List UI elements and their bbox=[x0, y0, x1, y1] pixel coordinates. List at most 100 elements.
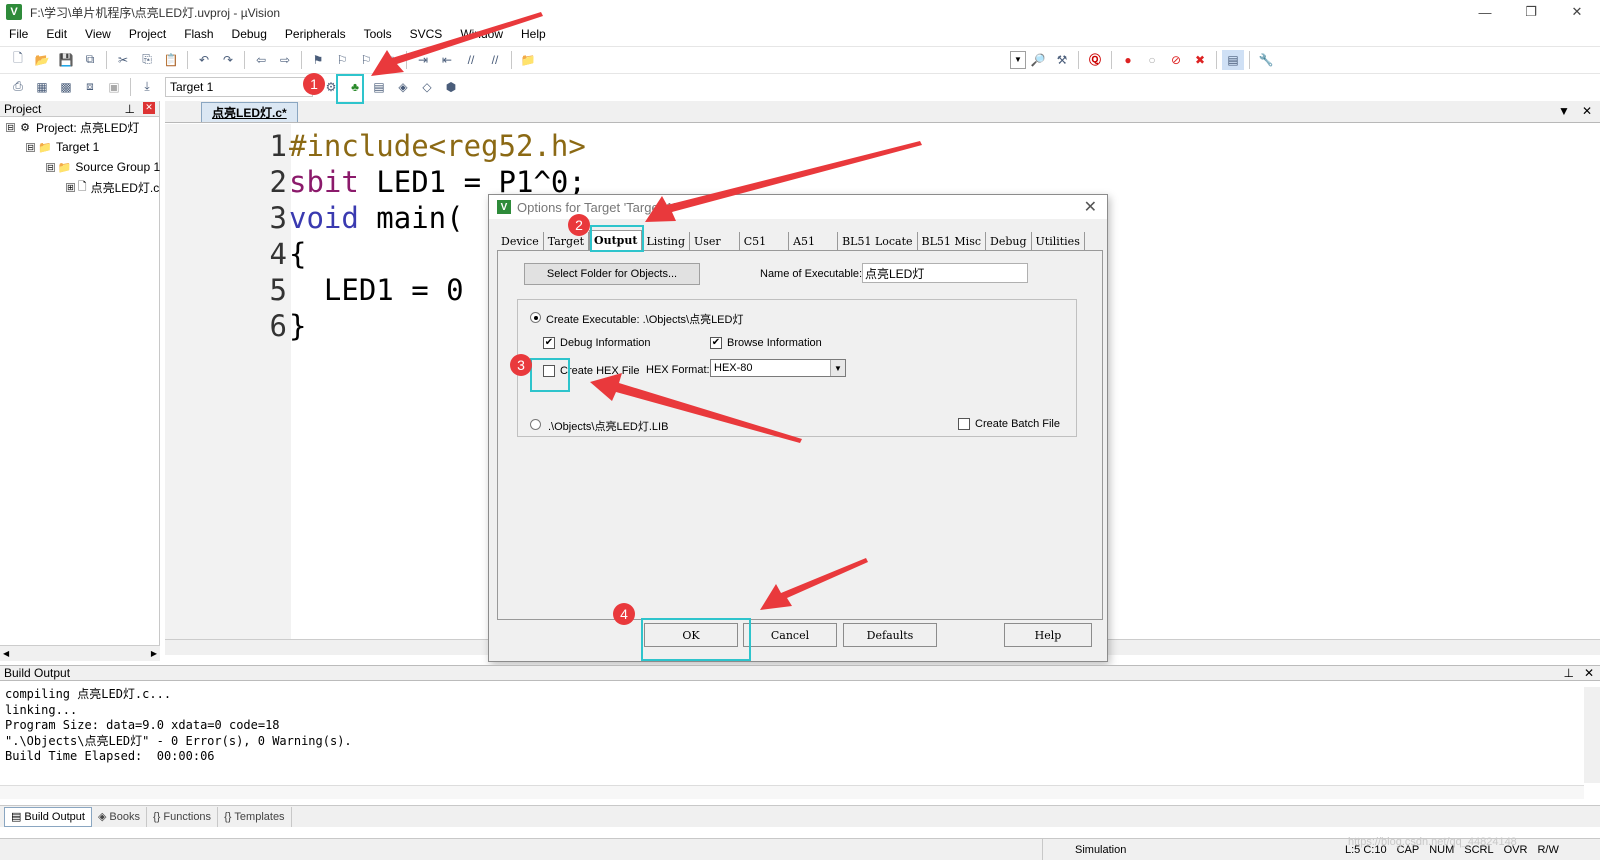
menu-help[interactable]: Help bbox=[512, 27, 555, 41]
pin-icon[interactable]: ⊥ bbox=[1563, 666, 1573, 680]
menu-tools[interactable]: Tools bbox=[355, 27, 401, 41]
stop-build-icon[interactable]: ▣ bbox=[103, 77, 125, 97]
browse-information-checkbox[interactable]: ✔ bbox=[710, 337, 722, 349]
tab-bl51-locate[interactable]: BL51 Locate bbox=[838, 232, 918, 250]
kill-all-breakpoints-icon[interactable]: ✖ bbox=[1189, 50, 1211, 70]
manage-rte-icon[interactable]: ◈ bbox=[392, 77, 414, 97]
search-dropdown-arrow-icon[interactable]: ▼ bbox=[1010, 50, 1026, 69]
tab-utilities[interactable]: Utilities bbox=[1032, 232, 1085, 250]
build-icon[interactable]: ▦ bbox=[31, 77, 53, 97]
cut-icon[interactable]: ✂ bbox=[112, 50, 134, 70]
tree-expander-icon[interactable]: ⊟ bbox=[26, 142, 35, 152]
file-tab[interactable]: 点亮LED灯.c* bbox=[201, 102, 298, 122]
menu-peripherals[interactable]: Peripherals bbox=[276, 27, 355, 41]
tab-c51[interactable]: C51 bbox=[740, 232, 790, 250]
close-panel-icon[interactable]: ✕ bbox=[143, 101, 155, 114]
tab-functions[interactable]: {} Functions bbox=[147, 806, 219, 827]
menu-flash[interactable]: Flash bbox=[175, 27, 222, 41]
scroll-left-icon[interactable]: ◀ bbox=[0, 649, 9, 658]
close-tab-icon[interactable]: ✕ bbox=[1582, 104, 1592, 118]
pin-icon[interactable]: ⊥ bbox=[125, 102, 135, 116]
tab-templates[interactable]: {} Templates bbox=[218, 806, 292, 827]
chevron-down-icon[interactable]: ▼ bbox=[830, 360, 845, 376]
tree-expander-icon[interactable]: ⊟ bbox=[6, 122, 15, 132]
next-bookmark-icon[interactable]: ⚐ bbox=[355, 50, 377, 70]
tree-item[interactable]: ⊟ 📁 Source Group 1 bbox=[0, 157, 160, 177]
tab-listing[interactable]: Listing bbox=[642, 232, 690, 250]
tree-item[interactable]: ⊟ ⚙ Project: 点亮LED灯 bbox=[0, 117, 159, 137]
cancel-button[interactable]: Cancel bbox=[743, 623, 837, 647]
rebuild-icon[interactable]: ▩ bbox=[55, 77, 77, 97]
code-line[interactable]: 1 #include<reg52.h> bbox=[261, 128, 586, 164]
select-packs-icon[interactable]: ▤ bbox=[368, 77, 390, 97]
copy-icon[interactable]: ⎘ bbox=[136, 50, 158, 70]
menu-file[interactable]: File bbox=[0, 27, 37, 41]
uncomment-icon[interactable]: // bbox=[484, 50, 506, 70]
tab-a51[interactable]: A51 bbox=[789, 232, 839, 250]
pack-installer-icon[interactable]: ◇ bbox=[416, 77, 438, 97]
configure-icon[interactable]: 🔧 bbox=[1255, 50, 1277, 70]
build-output-vscrollbar[interactable] bbox=[1584, 687, 1600, 783]
incremental-find-icon[interactable]: ⚒ bbox=[1051, 50, 1073, 70]
comment-icon[interactable]: // bbox=[460, 50, 482, 70]
tab-build-output[interactable]: ▤ Build Output bbox=[4, 806, 92, 827]
dialog-close-icon[interactable]: ✕ bbox=[1084, 197, 1097, 217]
menu-project[interactable]: Project bbox=[120, 27, 175, 41]
disable-breakpoint-icon[interactable]: ○ bbox=[1141, 50, 1163, 70]
menu-view[interactable]: View bbox=[76, 27, 120, 41]
download-icon[interactable]: ⤓ bbox=[136, 77, 158, 97]
select-folder-button[interactable]: Select Folder for Objects... bbox=[524, 263, 700, 285]
tree-expander-icon[interactable]: ⊟ bbox=[46, 162, 55, 172]
tree-item[interactable]: ⊞ 🗋 点亮LED灯.c bbox=[0, 177, 159, 197]
find-in-files-icon[interactable]: 📁 bbox=[517, 50, 539, 70]
menu-edit[interactable]: Edit bbox=[37, 27, 76, 41]
create-batch-file-checkbox[interactable] bbox=[958, 418, 970, 430]
save-all-icon[interactable]: ⧉ bbox=[79, 50, 101, 70]
restore-button[interactable]: ❐ bbox=[1508, 0, 1554, 24]
clear-bookmarks-icon[interactable]: ⚐ bbox=[379, 50, 401, 70]
scroll-right-icon[interactable]: ▶ bbox=[151, 649, 160, 658]
tab-list-icon[interactable]: ▼ bbox=[1558, 104, 1570, 118]
tab-device[interactable]: Device bbox=[497, 232, 544, 250]
redo-icon[interactable]: ↷ bbox=[217, 50, 239, 70]
tree-item[interactable]: ⊟ 📁 Target 1 bbox=[0, 137, 159, 157]
nav-forward-icon[interactable]: ⇨ bbox=[274, 50, 296, 70]
tab-user[interactable]: User bbox=[690, 232, 740, 250]
debug-information-checkbox[interactable]: ✔ bbox=[543, 337, 555, 349]
insert-breakpoint-icon[interactable]: ● bbox=[1117, 50, 1139, 70]
project-hscrollbar[interactable]: ◀ ▶ bbox=[0, 645, 160, 661]
undo-icon[interactable]: ↶ bbox=[193, 50, 215, 70]
menu-debug[interactable]: Debug bbox=[223, 27, 276, 41]
batch-build-icon[interactable]: ⧈ bbox=[79, 77, 101, 97]
unindent-icon[interactable]: ⇤ bbox=[436, 50, 458, 70]
name-of-executable-field[interactable]: 点亮LED灯 bbox=[862, 263, 1028, 283]
create-executable-radio[interactable] bbox=[530, 312, 541, 323]
tree-expander-icon[interactable]: ⊞ bbox=[66, 182, 75, 192]
indent-icon[interactable]: ⇥ bbox=[412, 50, 434, 70]
new-file-icon[interactable]: 🗋 bbox=[7, 50, 29, 70]
minimize-button[interactable]: — bbox=[1462, 0, 1508, 24]
hex-format-select[interactable]: HEX-80 ▼ bbox=[710, 359, 846, 377]
defaults-button[interactable]: Defaults bbox=[843, 623, 937, 647]
help-button[interactable]: Help bbox=[1004, 623, 1092, 647]
close-button[interactable]: ✕ bbox=[1554, 0, 1600, 24]
build-output-hscrollbar[interactable] bbox=[0, 785, 1584, 799]
menu-svcs[interactable]: SVCS bbox=[401, 27, 452, 41]
create-library-radio[interactable] bbox=[530, 419, 541, 430]
tab-bl51-misc[interactable]: BL51 Misc bbox=[918, 232, 986, 250]
paste-icon[interactable]: 📋 bbox=[160, 50, 182, 70]
nav-back-icon[interactable]: ⇦ bbox=[250, 50, 272, 70]
menu-window[interactable]: Window bbox=[451, 27, 512, 41]
prev-bookmark-icon[interactable]: ⚐ bbox=[331, 50, 353, 70]
window-layout-icon[interactable]: ▤ bbox=[1222, 49, 1244, 70]
software-packs-icon[interactable]: ⬢ bbox=[440, 77, 462, 97]
tab-books[interactable]: ◈ Books bbox=[92, 806, 147, 827]
save-icon[interactable]: 💾 bbox=[55, 50, 77, 70]
disable-all-breakpoints-icon[interactable]: ⊘ bbox=[1165, 50, 1187, 70]
tab-debug[interactable]: Debug bbox=[986, 232, 1032, 250]
target-select[interactable]: Target 1 bbox=[165, 76, 313, 97]
open-file-icon[interactable]: 📂 bbox=[31, 50, 53, 70]
close-panel-icon[interactable]: ✕ bbox=[1584, 666, 1594, 680]
find-icon[interactable]: 🔎 bbox=[1027, 50, 1049, 70]
debug-session-icon[interactable]: Ⓠ bbox=[1084, 50, 1106, 70]
